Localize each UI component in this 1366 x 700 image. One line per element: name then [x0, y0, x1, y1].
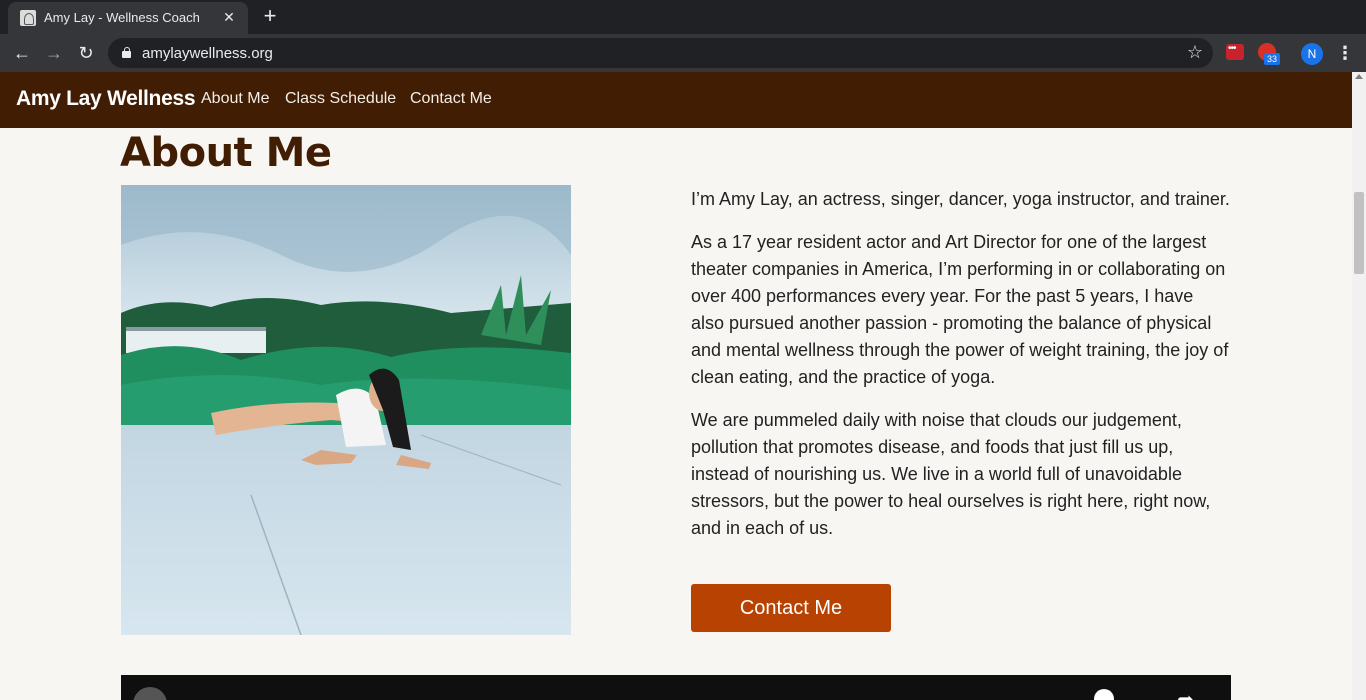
- profile-avatar[interactable]: N: [1301, 43, 1323, 65]
- close-tab-icon[interactable]: ✕: [220, 8, 238, 26]
- channel-avatar[interactable]: [133, 687, 167, 700]
- browser-menu-icon[interactable]: ⋮: [1336, 42, 1354, 64]
- back-arrow-icon[interactable]: ←: [10, 41, 34, 65]
- bio-text: I’m Amy Lay, an actress, singer, dancer,…: [691, 186, 1231, 558]
- new-tab-button[interactable]: +: [258, 5, 282, 28]
- forward-arrow-icon[interactable]: →: [42, 41, 66, 65]
- site-brand[interactable]: Amy Lay Wellness: [16, 87, 196, 111]
- nav-link-class-schedule[interactable]: Class Schedule: [285, 90, 396, 108]
- tab-title: Amy Lay - Wellness Coach: [44, 10, 200, 25]
- address-bar[interactable]: amylaywellness.org ☆: [108, 38, 1213, 68]
- bio-paragraph: As a 17 year resident actor and Art Dire…: [691, 232, 1229, 387]
- browser-toolbar: ← → ↻ amylaywellness.org ☆ N ⋮: [0, 34, 1366, 72]
- favicon-icon: [20, 10, 36, 26]
- share-icon[interactable]: ➦: [1177, 687, 1194, 700]
- url-text[interactable]: amylaywellness.org: [142, 45, 273, 62]
- bio-paragraph: I’m Amy Lay, an actress, singer, dancer,…: [691, 189, 1230, 209]
- bio-paragraph: We are pummeled daily with noise that cl…: [691, 410, 1211, 538]
- bookmark-star-icon[interactable]: ☆: [1187, 42, 1203, 63]
- nav-link-about[interactable]: About Me: [201, 90, 269, 108]
- browser-tab-strip: Amy Lay - Wellness Coach ✕ +: [0, 0, 1366, 34]
- scroll-up-arrow-icon[interactable]: [1355, 74, 1363, 79]
- site-navbar: Amy Lay Wellness About Me Class Schedule…: [0, 72, 1352, 128]
- scrollbar-thumb[interactable]: [1354, 192, 1364, 274]
- extension-lastpass-icon[interactable]: [1226, 43, 1244, 60]
- reload-icon[interactable]: ↻: [74, 41, 98, 65]
- video-embed[interactable]: ➦: [121, 675, 1231, 700]
- contact-me-button[interactable]: Contact Me: [691, 584, 891, 632]
- profile-photo: [121, 185, 571, 635]
- nav-link-contact[interactable]: Contact Me: [410, 90, 492, 108]
- yoga-pose-image: [121, 185, 571, 635]
- watch-later-icon[interactable]: [1094, 689, 1114, 700]
- extension-badge: 33: [1264, 53, 1281, 65]
- lock-icon[interactable]: [122, 47, 131, 58]
- page-scrollbar[interactable]: [1352, 72, 1366, 700]
- browser-tab[interactable]: Amy Lay - Wellness Coach ✕: [8, 2, 248, 34]
- page-title: About Me: [120, 130, 332, 176]
